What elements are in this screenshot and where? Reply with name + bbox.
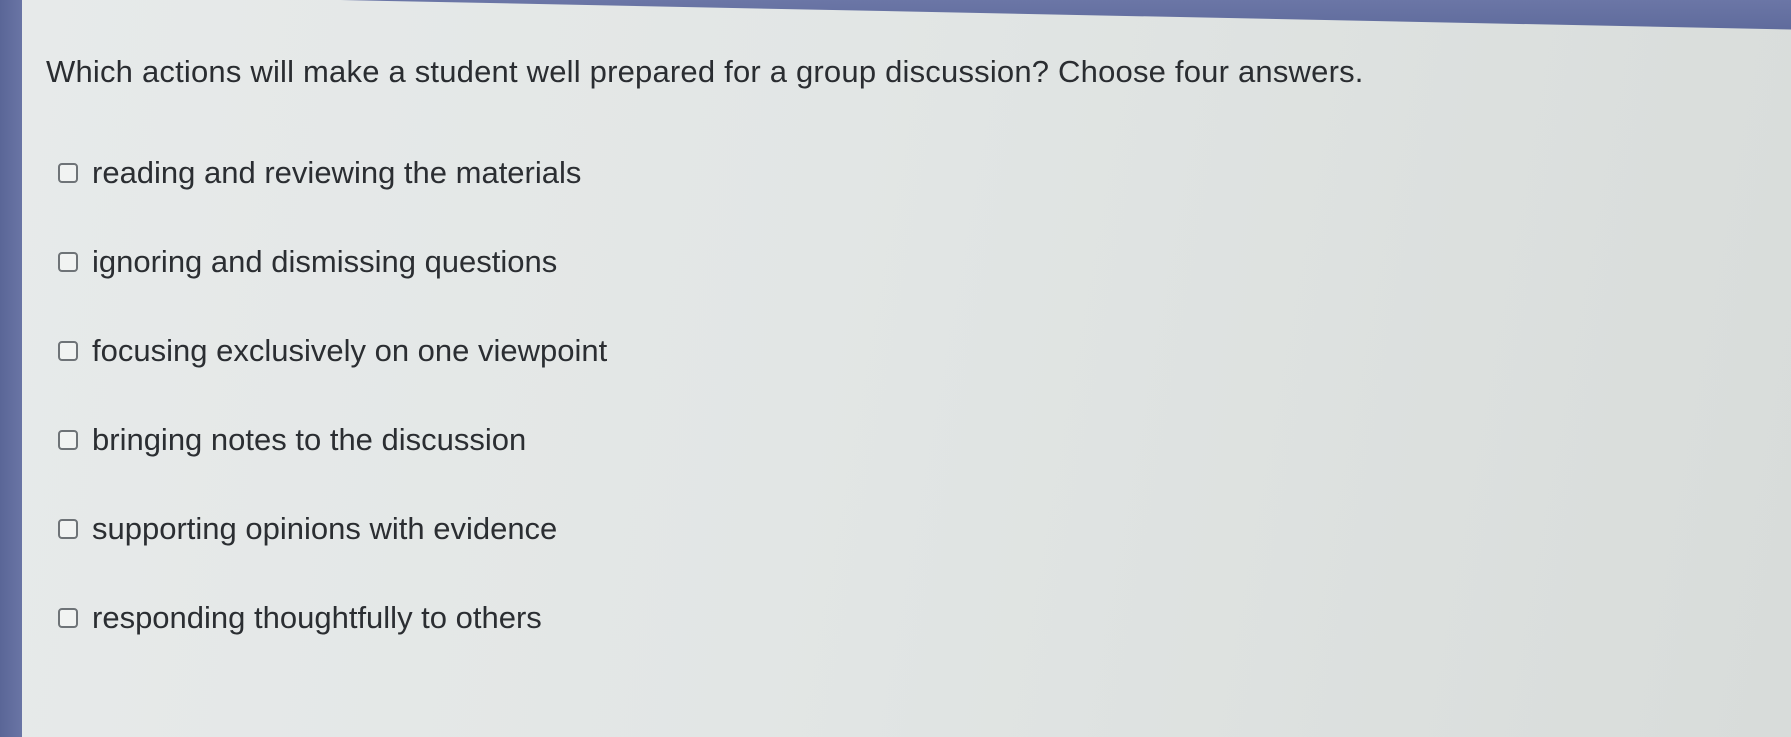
option-label: bringing notes to the discussion xyxy=(92,421,527,457)
checkbox-icon[interactable] xyxy=(58,162,78,183)
option-bringing-notes[interactable]: bringing notes to the discussion xyxy=(58,395,607,484)
option-label: focusing exclusively on one viewpoint xyxy=(92,332,608,368)
option-ignoring-questions[interactable]: ignoring and dismissing questions xyxy=(58,217,607,306)
checkbox-icon[interactable] xyxy=(58,429,78,450)
option-responding-thoughtfully[interactable]: responding thoughtfully to others xyxy=(58,573,607,662)
window-frame-left xyxy=(0,0,24,737)
checkbox-icon[interactable] xyxy=(58,251,78,272)
checkbox-icon[interactable] xyxy=(58,607,78,628)
answer-options: reading and reviewing the materials igno… xyxy=(58,128,607,662)
option-label: supporting opinions with evidence xyxy=(92,510,558,546)
question-panel: Which actions will make a student well p… xyxy=(22,0,1791,737)
option-supporting-opinions[interactable]: supporting opinions with evidence xyxy=(58,484,607,573)
question-text: Which actions will make a student well p… xyxy=(46,54,1364,89)
option-label: ignoring and dismissing questions xyxy=(92,243,558,279)
option-label: reading and reviewing the materials xyxy=(92,154,582,190)
checkbox-icon[interactable] xyxy=(58,340,78,361)
option-reading-materials[interactable]: reading and reviewing the materials xyxy=(58,128,607,217)
checkbox-icon[interactable] xyxy=(58,518,78,539)
option-label: responding thoughtfully to others xyxy=(92,599,542,635)
option-one-viewpoint[interactable]: focusing exclusively on one viewpoint xyxy=(58,306,607,395)
